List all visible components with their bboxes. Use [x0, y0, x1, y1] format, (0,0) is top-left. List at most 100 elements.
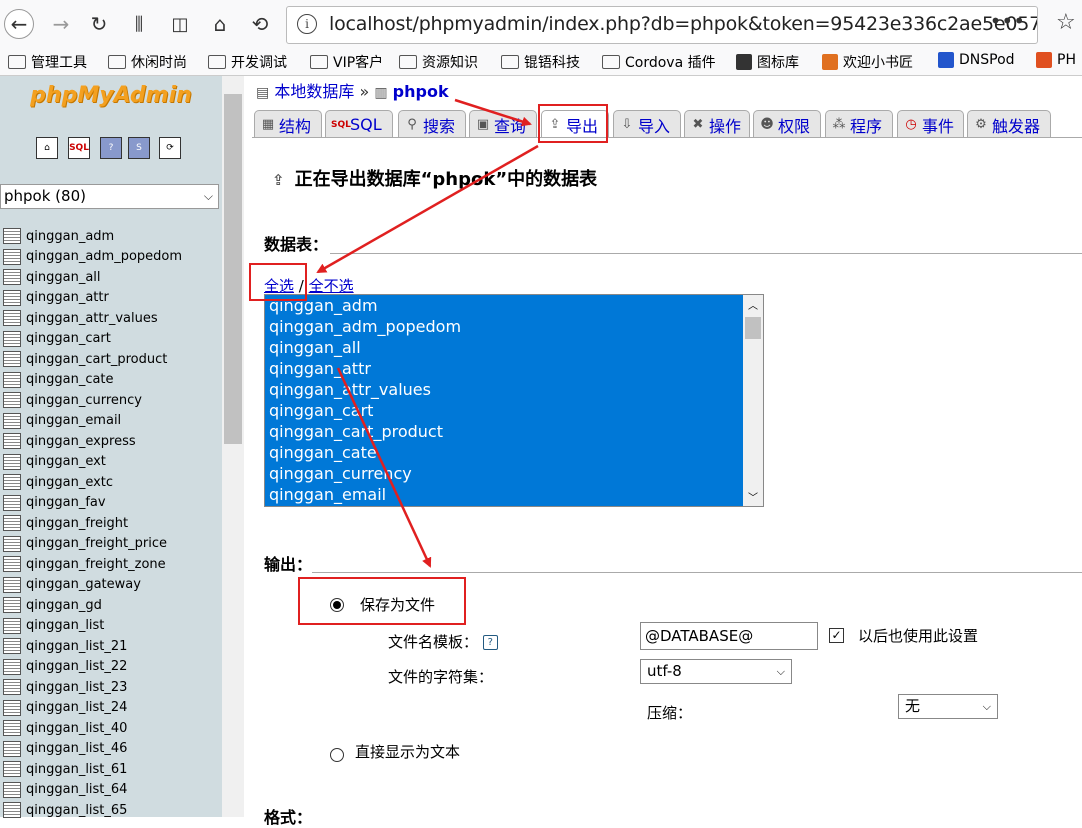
table-option[interactable]: qinggan_all [265, 337, 743, 358]
table-icon[interactable] [3, 781, 21, 798]
navigation-scrollbar-thumb[interactable] [224, 94, 242, 444]
table-icon[interactable] [3, 433, 21, 450]
database-select[interactable]: phpok (80) ⌵ [0, 184, 219, 209]
tab-sql[interactable]: SQL SQL [325, 110, 393, 138]
show-as-text-label[interactable]: 直接显示为文本 [355, 741, 460, 762]
sidebar-table-item[interactable]: qinggan_cart [0, 329, 222, 350]
table-icon[interactable] [3, 515, 21, 532]
table-icon[interactable] [3, 269, 21, 286]
table-option[interactable]: qinggan_cart [265, 400, 743, 421]
bookmark-item[interactable]: Cordova 插件 [602, 52, 716, 72]
reload-icon[interactable]: ↻ [84, 9, 114, 39]
forward-button-icon[interactable]: → [46, 9, 76, 39]
sidebar-table-item[interactable]: qinggan_freight [0, 513, 222, 534]
filename-template-input[interactable]: @DATABASE@ [640, 622, 818, 650]
sidebar-table-item[interactable]: qinggan_adm_popedom [0, 247, 222, 268]
compression-select[interactable]: 无 ⌵ [898, 694, 998, 719]
sidebar-table-item[interactable]: qinggan_list_21 [0, 636, 222, 657]
help-icon[interactable]: ? [482, 635, 498, 650]
library-icon[interactable]: ⫼ [124, 9, 154, 39]
table-option[interactable]: qinggan_adm_popedom [265, 316, 743, 337]
bookmark-item[interactable]: 资源知识 [399, 52, 478, 72]
sidebar-table-item[interactable]: qinggan_freight_price [0, 534, 222, 555]
table-icon[interactable] [3, 248, 21, 265]
table-icon[interactable] [3, 699, 21, 716]
table-option[interactable]: qinggan_cate [265, 442, 743, 463]
table-icon[interactable] [3, 597, 21, 614]
home-icon[interactable]: ⌂ [36, 137, 58, 159]
tab-structure[interactable]: ▦ 结构 [254, 110, 322, 138]
table-icon[interactable] [3, 617, 21, 634]
sidebar-table-item[interactable]: qinggan_list_64 [0, 780, 222, 801]
table-icon[interactable] [3, 371, 21, 388]
sidebar-table-item[interactable]: qinggan_list_23 [0, 677, 222, 698]
sidebar-table-item[interactable]: qinggan_list [0, 616, 222, 637]
tab-import[interactable]: ⇩ 导入 [613, 110, 681, 138]
charset-select[interactable]: utf-8 ⌵ [640, 659, 792, 684]
table-option[interactable]: qinggan_attr_values [265, 379, 743, 400]
sidebar-table-item[interactable]: qinggan_attr_values [0, 308, 222, 329]
phpmyadmin-logo[interactable]: phpMyAdmin [0, 83, 222, 108]
table-icon[interactable] [3, 802, 21, 819]
address-bar[interactable]: i localhost/phpmyadmin/index.php?db=phpo… [286, 6, 1038, 44]
sidebar-table-item[interactable]: qinggan_cart_product [0, 349, 222, 370]
table-option[interactable]: qinggan_attr [265, 358, 743, 379]
bookmark-item[interactable]: 欢迎小书匠 [822, 52, 913, 72]
table-icon[interactable] [3, 638, 21, 655]
bookmark-item[interactable]: 休闲时尚 [108, 52, 187, 72]
bookmark-item[interactable]: VIP客户 [310, 52, 383, 72]
bookmark-item[interactable]: 开发调试 [208, 52, 287, 72]
help-icon[interactable]: ? [100, 137, 122, 159]
table-icon[interactable] [3, 720, 21, 737]
tables-multiselect[interactable]: qinggan_adm qinggan_adm_popedom qinggan_al… [264, 294, 764, 507]
sidebar-table-item[interactable]: qinggan_gateway [0, 575, 222, 596]
breadcrumb-server-link[interactable]: 本地数据库 [274, 82, 354, 101]
table-icon[interactable] [3, 761, 21, 778]
tab-search[interactable]: ⚲ 搜索 [398, 110, 466, 138]
table-icon[interactable] [3, 310, 21, 327]
tab-routines[interactable]: ⁂ 程序 [825, 110, 893, 138]
home-icon[interactable]: ⌂ [205, 9, 235, 39]
table-icon[interactable] [3, 494, 21, 511]
table-option[interactable]: qinggan_cart_product [265, 421, 743, 442]
table-icon[interactable] [3, 740, 21, 757]
sql-docs-icon[interactable]: S [128, 137, 150, 159]
tab-privileges[interactable]: ☻ 权限 [753, 110, 821, 138]
sidebar-table-item[interactable]: qinggan_list_61 [0, 759, 222, 780]
table-icon[interactable] [3, 351, 21, 368]
bookmark-star-icon[interactable]: ☆ [1056, 10, 1076, 35]
sidebar-table-item[interactable]: qinggan_express [0, 431, 222, 452]
sidebar-table-item[interactable]: qinggan_list_24 [0, 698, 222, 719]
history-icon[interactable]: ⟲ [245, 9, 275, 39]
sidebar-table-item[interactable]: qinggan_adm [0, 226, 222, 247]
tab-query[interactable]: ▣ 查询 [469, 110, 537, 138]
table-icon[interactable] [3, 392, 21, 409]
table-icon[interactable] [3, 474, 21, 491]
bookmark-item[interactable]: 管理工具 [8, 52, 87, 72]
show-as-text-radio[interactable] [330, 748, 344, 762]
sidebar-table-item[interactable]: qinggan_list_40 [0, 718, 222, 739]
back-button-icon[interactable]: ← [4, 9, 34, 39]
sidebar-table-item[interactable]: qinggan_fav [0, 493, 222, 514]
table-option[interactable]: qinggan_email [265, 484, 743, 505]
table-option[interactable]: qinggan_currency [265, 463, 743, 484]
table-icon[interactable] [3, 453, 21, 470]
refresh-icon[interactable]: ⟳ [159, 137, 181, 159]
more-icon[interactable]: ••• [990, 9, 1025, 33]
table-icon[interactable] [3, 228, 21, 245]
bookmark-item[interactable]: DNSPod [938, 52, 1015, 68]
tab-operations[interactable]: ✖ 操作 [684, 110, 750, 138]
table-option[interactable]: qinggan_adm [265, 295, 743, 316]
sidebar-table-item[interactable]: qinggan_extc [0, 472, 222, 493]
sidebar-table-item[interactable]: qinggan_ext [0, 452, 222, 473]
table-icon[interactable] [3, 330, 21, 347]
table-icon[interactable] [3, 576, 21, 593]
sidebar-toggle-icon[interactable]: ◫ [165, 9, 195, 39]
sidebar-table-item[interactable]: qinggan_attr [0, 288, 222, 309]
sidebar-table-item[interactable]: qinggan_freight_zone [0, 554, 222, 575]
table-icon[interactable] [3, 535, 21, 552]
info-icon[interactable]: i [297, 14, 317, 34]
table-icon[interactable] [3, 289, 21, 306]
bookmark-item[interactable]: 锟铻科技 [501, 52, 580, 72]
sidebar-table-item[interactable]: qinggan_email [0, 411, 222, 432]
